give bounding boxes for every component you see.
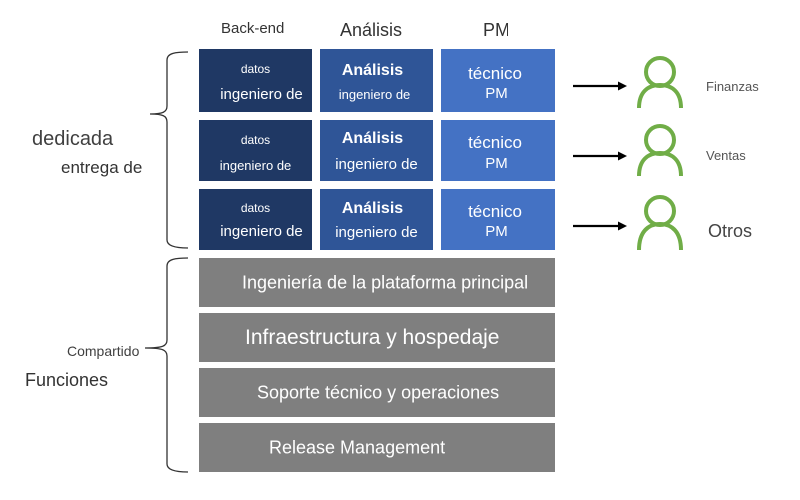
stakeholder-label-others: Otros <box>708 221 753 241</box>
stakeholder-label-sales: Ventas <box>706 148 746 163</box>
arrow-icon <box>573 151 627 161</box>
person-icon <box>637 56 683 109</box>
shared-brace-icon <box>144 257 189 473</box>
stakeholder-label-finance: Finanzas <box>706 79 759 94</box>
person-icon <box>637 195 683 251</box>
diagram-graphics <box>144 51 683 473</box>
dedicated-brace-icon <box>149 51 189 249</box>
arrow-icon <box>573 81 627 91</box>
arrow-icon <box>573 221 627 231</box>
person-icon <box>637 124 683 177</box>
